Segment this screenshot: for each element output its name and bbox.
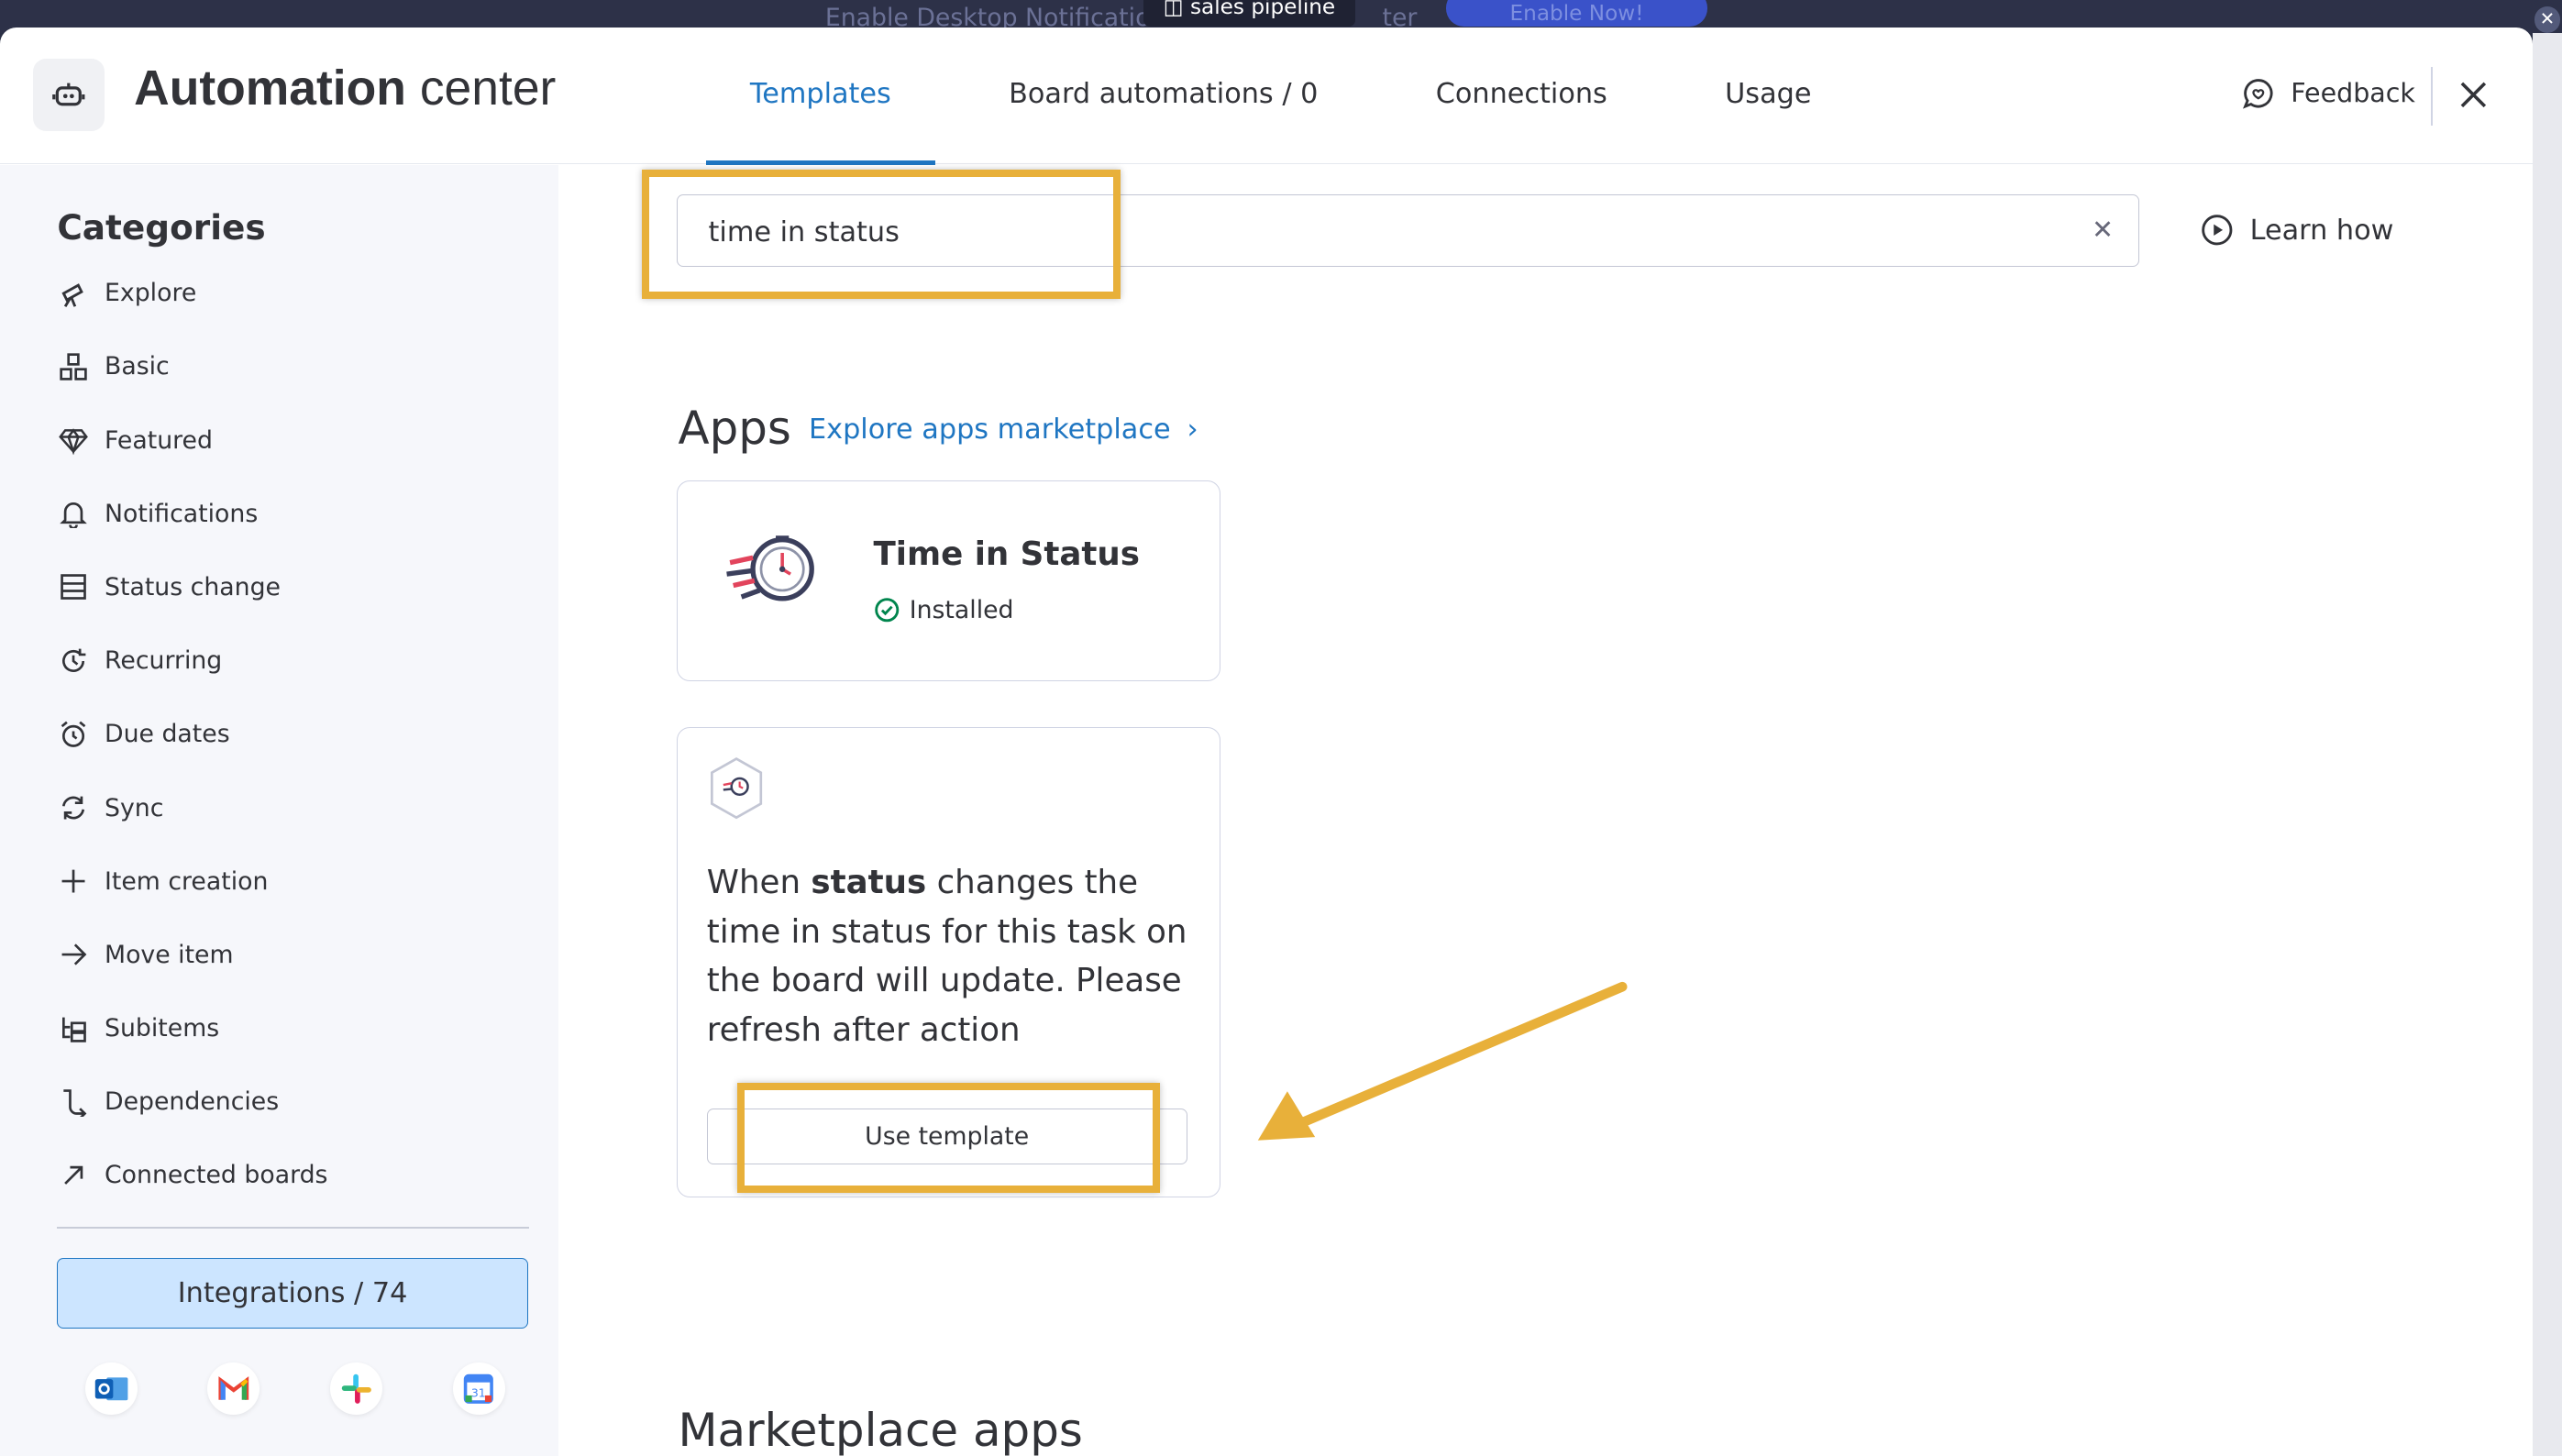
modal-title: Automation center (134, 61, 556, 116)
arrow-right-icon (57, 939, 90, 972)
explore-marketplace-label: Explore apps marketplace (809, 413, 1171, 446)
tab-connections[interactable]: Connections (1392, 28, 1651, 163)
board-name-pill: ◫ sales pipeline (1143, 0, 1355, 27)
alarm-icon (57, 718, 90, 751)
explore-marketplace-link[interactable]: Explore apps marketplace › (809, 414, 1198, 446)
recurring-icon (57, 645, 90, 678)
enable-now-button[interactable]: Enable Now! (1445, 0, 1708, 27)
diamond-icon (57, 424, 90, 457)
tab-usage[interactable]: Usage (1681, 28, 1856, 163)
sidebar-item-due-dates[interactable]: Due dates (57, 698, 547, 771)
categories-title: Categories (57, 207, 266, 248)
search-input[interactable] (704, 195, 2052, 270)
plus-icon (57, 865, 90, 898)
sidebar-item-connected-boards[interactable]: Connected boards (57, 1139, 547, 1185)
dependency-icon (57, 1086, 90, 1119)
tab-board-automations[interactable]: Board automations / 0 (965, 28, 1363, 163)
integration-icons: 31 (84, 1362, 576, 1416)
sidebar-item-sync[interactable]: Sync (57, 771, 547, 844)
background-close-icon[interactable]: ✕ (2534, 6, 2561, 33)
sidebar-item-notifications[interactable]: Notifications (57, 477, 547, 550)
sidebar-item-recurring[interactable]: Recurring (57, 624, 547, 698)
clear-search-icon[interactable]: ✕ (2092, 215, 2114, 245)
learn-how-button[interactable]: Learn how (2201, 214, 2393, 247)
marketplace-apps-heading: Marketplace apps (678, 1403, 1083, 1456)
categories-sidebar: Categories Explore Basic Featured Notifi… (0, 164, 559, 1456)
status-icon (57, 571, 90, 604)
sync-icon (57, 791, 90, 824)
tab-templates[interactable]: Templates (705, 28, 936, 165)
installed-label: Installed (909, 595, 1014, 624)
sidebar-item-label: Item creation (105, 866, 269, 896)
sidebar-item-label: Connected boards (105, 1161, 328, 1185)
app-hexagon-icon (707, 756, 766, 827)
title-rest: center (419, 61, 557, 116)
gmail-icon[interactable] (207, 1362, 260, 1416)
sidebar-item-label: Move item (105, 940, 234, 969)
sidebar-item-subitems[interactable]: Subitems (57, 991, 547, 1064)
check-circle-icon (874, 598, 899, 623)
svg-text:31: 31 (471, 1385, 486, 1399)
search-box: ✕ (676, 194, 2139, 270)
play-circle-icon (2202, 215, 2233, 246)
sidebar-item-label: Due dates (105, 720, 230, 749)
app-name: Time in Status (873, 535, 1141, 573)
slack-icon[interactable] (329, 1362, 382, 1416)
sidebar-item-explore[interactable]: Explore (57, 257, 547, 330)
sidebar-item-label: Recurring (105, 646, 223, 676)
bell-icon (57, 498, 90, 531)
robot-icon (32, 59, 105, 131)
apps-heading: Apps (678, 402, 791, 456)
connect-icon (57, 1159, 90, 1185)
templates-main: ✕ Learn how Apps Explore apps marketplac… (558, 164, 2533, 1456)
board-name: sales pipeline (1189, 0, 1336, 20)
feedback-icon (2242, 78, 2273, 109)
installed-status: Installed (874, 596, 1014, 624)
sidebar-item-basic[interactable]: Basic (57, 330, 547, 403)
google-calendar-icon[interactable]: 31 (452, 1362, 505, 1416)
template-card: When status changes the time in status f… (676, 726, 1221, 1198)
use-template-button[interactable]: Use template (706, 1109, 1187, 1164)
title-bold: Automation (134, 61, 406, 116)
sidebar-item-label: Subitems (105, 1014, 220, 1043)
learn-how-label: Learn how (2249, 214, 2394, 247)
sidebar-item-label: Featured (105, 425, 213, 455)
header-divider (2431, 67, 2434, 127)
app-card-time-in-status[interactable]: Time in Status Installed (676, 480, 1221, 682)
sidebar-item-label: Status change (105, 573, 281, 601)
sidebar-item-label: Notifications (105, 499, 259, 528)
tab-bar: Templates Board automations / 0 Connecti… (705, 28, 1856, 165)
sidebar-item-label: Basic (105, 352, 170, 381)
recipe-prefix: When (706, 864, 812, 902)
telescope-icon (57, 277, 90, 310)
sidebar-item-featured[interactable]: Featured (57, 403, 547, 477)
sidebar-item-label: Dependencies (105, 1087, 280, 1117)
sidebar-divider (57, 1227, 530, 1229)
outlook-icon[interactable] (84, 1362, 138, 1416)
feedback-label: Feedback (2291, 78, 2415, 109)
background-board-edge (2532, 32, 2562, 1456)
feedback-button[interactable]: Feedback (2242, 77, 2415, 110)
recipe-status-field: status (811, 864, 927, 902)
subitems-icon (57, 1012, 90, 1045)
categories-list[interactable]: Explore Basic Featured Notifications Sta… (57, 257, 547, 1185)
blocks-icon (57, 350, 90, 383)
close-icon[interactable] (2454, 75, 2493, 121)
sidebar-item-item-creation[interactable]: Item creation (57, 844, 547, 918)
template-recipe-text: When status changes the time in status f… (707, 858, 1198, 1054)
stopwatch-logo-icon (723, 530, 822, 622)
sidebar-item-dependencies[interactable]: Dependencies (57, 1065, 547, 1139)
board-icon: ◫ (1163, 0, 1190, 20)
sidebar-item-label: Explore (105, 279, 197, 308)
chevron-right-icon: › (1187, 413, 1198, 446)
sidebar-item-status-change[interactable]: Status change (57, 550, 547, 623)
sidebar-item-move-item[interactable]: Move item (57, 918, 547, 991)
automation-center-modal: Automation center Templates Board automa… (0, 28, 2533, 1456)
modal-header: Automation center Templates Board automa… (0, 28, 2533, 165)
integrations-button[interactable]: Integrations / 74 (57, 1258, 528, 1329)
sidebar-item-label: Sync (105, 793, 164, 822)
